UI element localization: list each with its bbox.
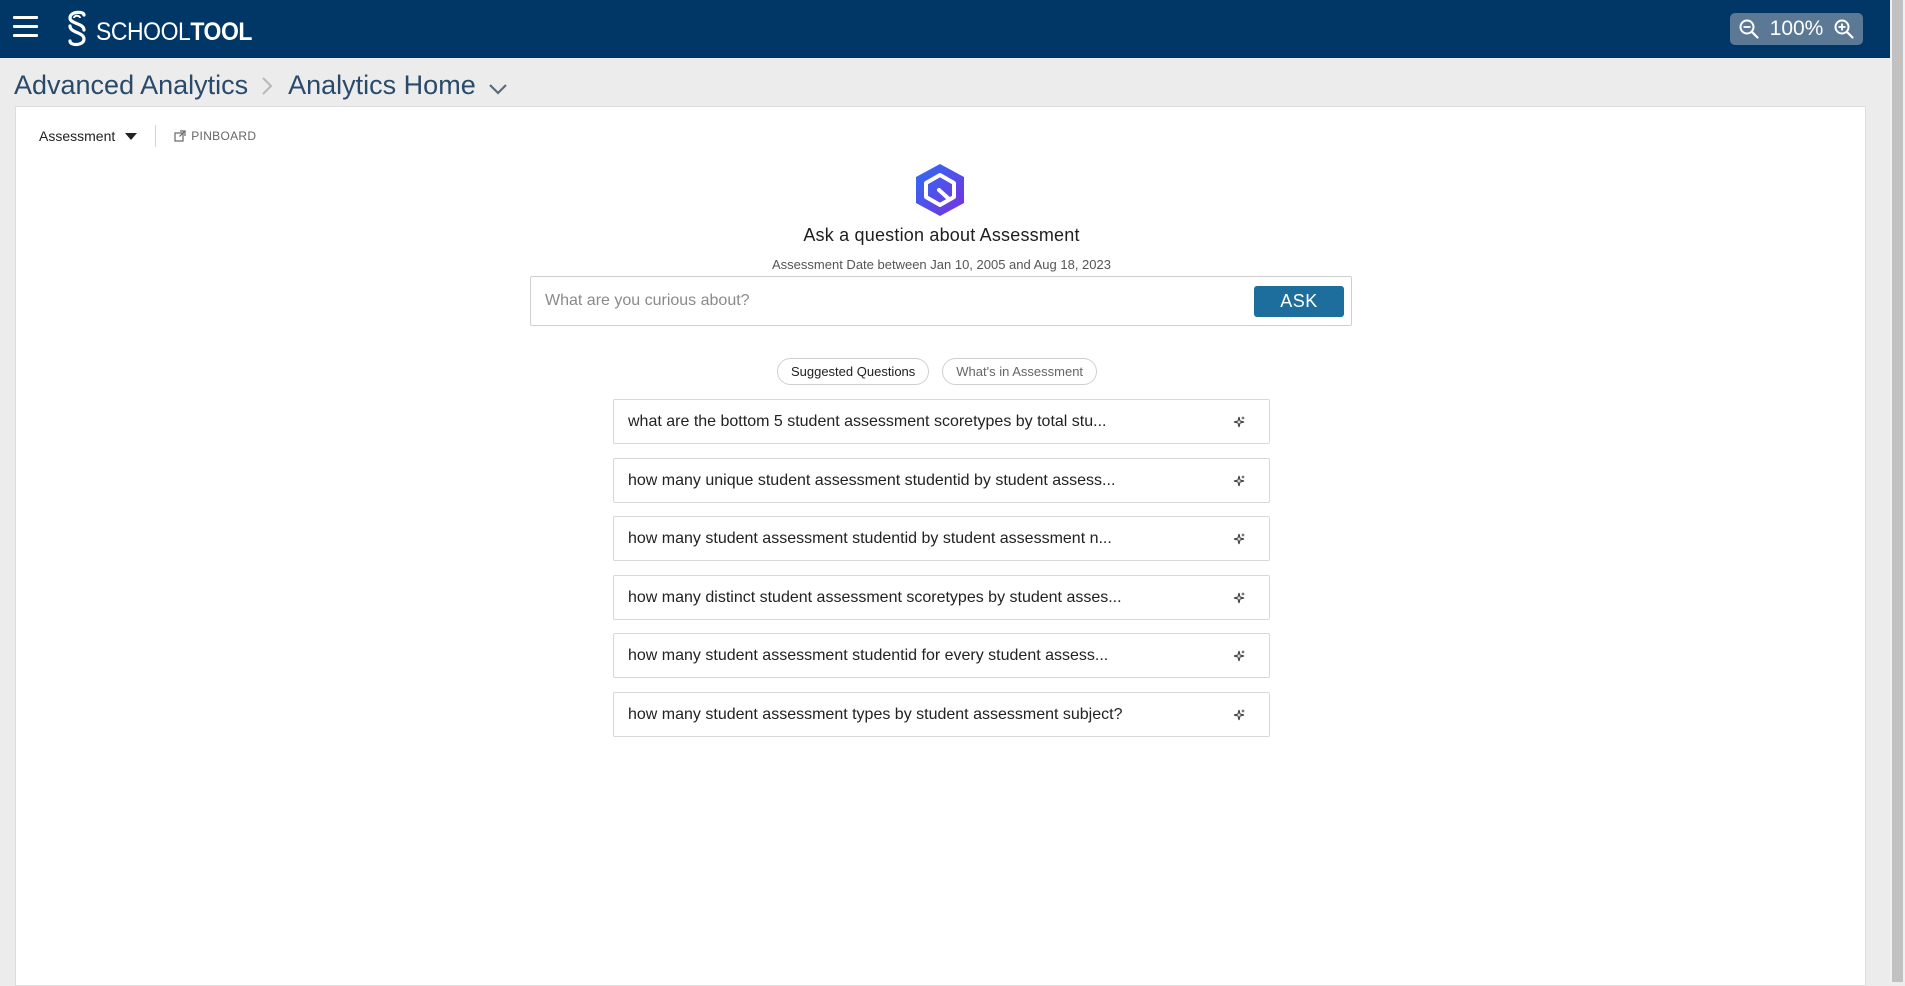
- breadcrumb: Advanced Analytics Analytics Home: [14, 70, 508, 101]
- suggested-question-item[interactable]: how many student assessment studentid fo…: [613, 633, 1270, 678]
- sparkle-icon: [1233, 650, 1245, 662]
- logo-text: SCHOOLTOOL: [96, 18, 252, 47]
- ask-heading: Ask a question about Assessment: [803, 225, 1080, 245]
- question-text: how many student assessment studentid by…: [628, 530, 1112, 547]
- question-tabs: Suggested Questions What's in Assessment: [16, 358, 1867, 385]
- question-text: how many student assessment studentid fo…: [628, 647, 1109, 664]
- zoom-control: 100%: [1730, 13, 1863, 45]
- pinboard-label: PINBOARD: [191, 129, 257, 143]
- suggested-question-item[interactable]: how many student assessment types by stu…: [613, 691, 1270, 737]
- scrollbar-thumb[interactable]: [1892, 0, 1903, 982]
- breadcrumb-analytics-home[interactable]: Analytics Home: [288, 70, 476, 101]
- ask-button[interactable]: ASK: [1254, 286, 1344, 317]
- top-bar: SCHOOLTOOL 100%: [0, 0, 1890, 58]
- hamburger-menu-icon[interactable]: [13, 16, 38, 38]
- suggested-question-item[interactable]: how many student assessment studentid by…: [613, 516, 1270, 561]
- sparkle-icon: [1233, 708, 1245, 720]
- date-range-text: Assessment Date between Jan 10, 2005 and…: [772, 257, 1111, 272]
- suggested-question-item[interactable]: how many unique student assessment stude…: [613, 457, 1270, 503]
- breadcrumb-advanced-analytics[interactable]: Advanced Analytics: [14, 70, 248, 101]
- question-text: what are the bottom 5 student assessment…: [628, 413, 1107, 430]
- question-text: how many distinct student assessment sco…: [628, 588, 1122, 606]
- q-assistant-icon: [916, 164, 964, 216]
- external-link-icon: [174, 130, 186, 142]
- zoom-in-icon[interactable]: [1833, 18, 1855, 40]
- card-toolbar: Assessment PINBOARD: [39, 121, 256, 151]
- vertical-scrollbar[interactable]: [1890, 0, 1905, 982]
- suggested-question-item[interactable]: what are the bottom 5 student assessment…: [613, 399, 1270, 444]
- dataset-selector[interactable]: Assessment: [39, 128, 138, 144]
- sparkle-icon: [1233, 416, 1245, 428]
- question-text: how many student assessment types by stu…: [628, 705, 1123, 723]
- tab-suggested-questions[interactable]: Suggested Questions: [776, 358, 930, 385]
- toolbar-divider: [155, 125, 157, 147]
- chevron-right-icon: [262, 76, 273, 95]
- sparkle-icon: [1233, 474, 1245, 486]
- question-input[interactable]: [543, 286, 1243, 316]
- pinboard-link[interactable]: PINBOARD: [174, 129, 256, 143]
- zoom-level: 100%: [1769, 17, 1824, 40]
- caret-down-icon: [125, 132, 138, 140]
- suggested-questions-list: what are the bottom 5 student assessment…: [613, 399, 1270, 750]
- chevron-down-icon[interactable]: [488, 82, 508, 96]
- sparkle-icon: [1233, 591, 1245, 603]
- schooltool-logo[interactable]: SCHOOLTOOL: [62, 8, 266, 48]
- suggested-question-item[interactable]: how many distinct student assessment sco…: [613, 574, 1270, 620]
- logo-text-bold: TOOL: [190, 17, 253, 46]
- tab-whats-in-assessment[interactable]: What's in Assessment: [942, 358, 1098, 385]
- sparkle-icon: [1233, 533, 1245, 545]
- analytics-card: Assessment PINBOARD Ask a question about…: [15, 106, 1866, 986]
- dataset-label: Assessment: [39, 128, 116, 144]
- ask-box: ASK: [530, 276, 1352, 326]
- question-text: how many unique student assessment stude…: [628, 471, 1116, 489]
- logo-mark-icon: [68, 10, 86, 47]
- logo-text-light: SCHOOL: [96, 17, 191, 46]
- zoom-out-icon[interactable]: [1738, 18, 1760, 40]
